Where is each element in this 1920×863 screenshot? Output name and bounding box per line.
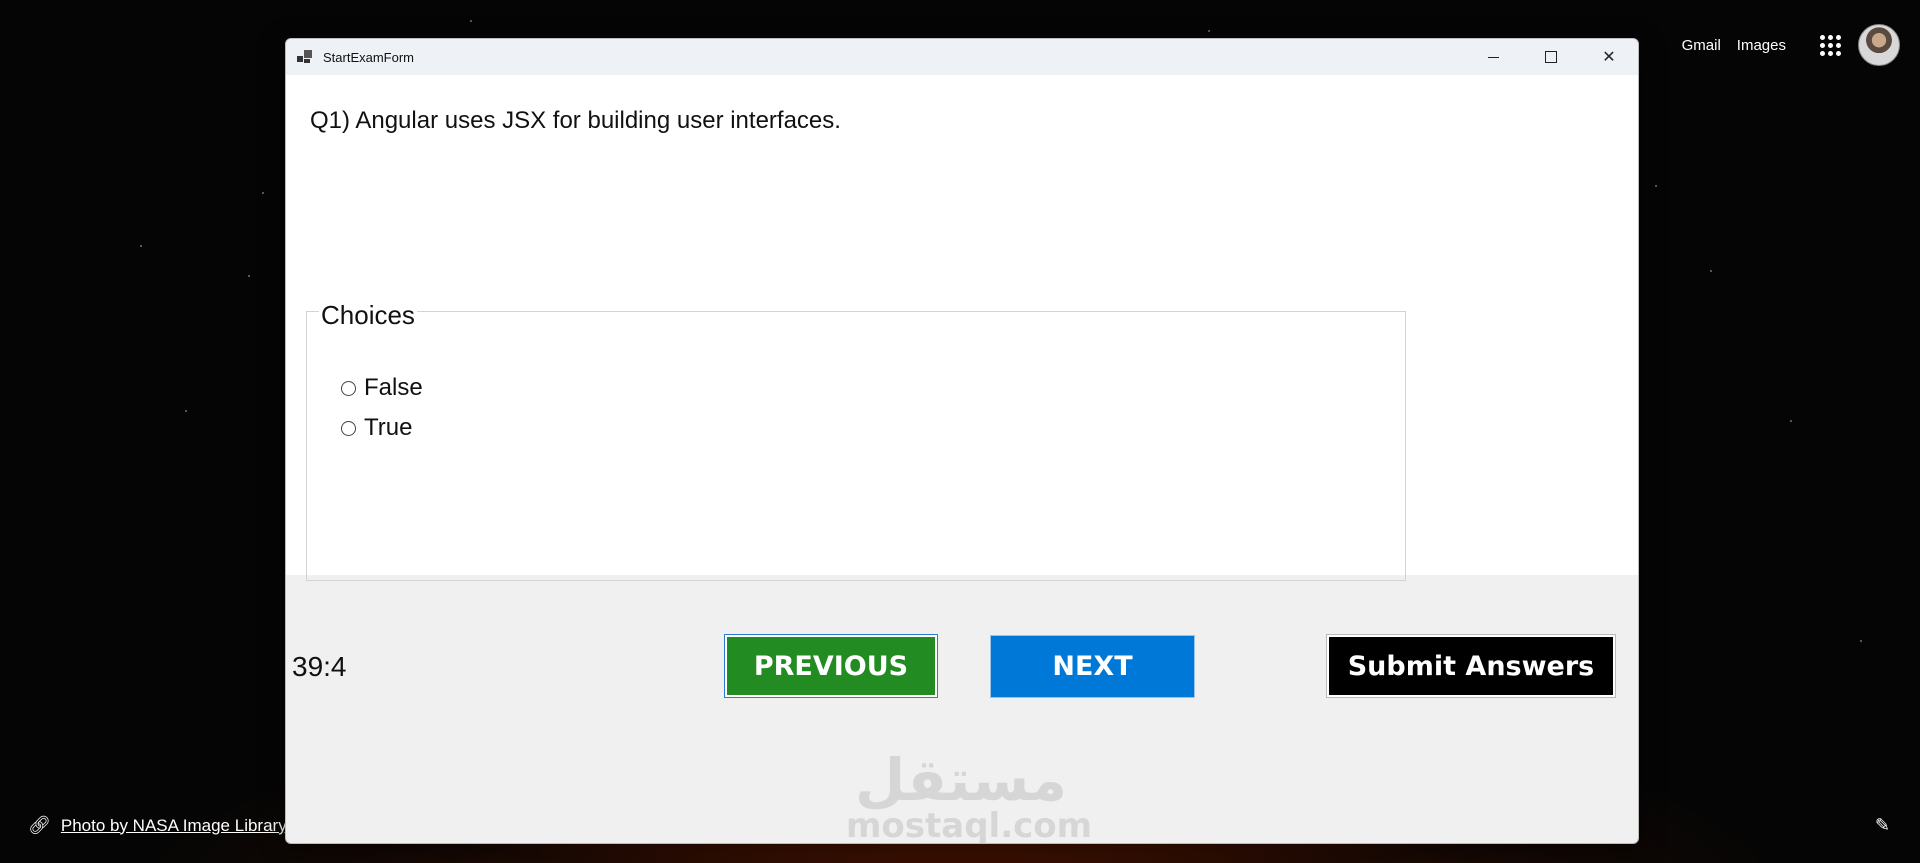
pencil-icon[interactable]: ✎ [1875, 815, 1890, 836]
star [140, 245, 142, 247]
watermark: مستقل mostaql.com [846, 746, 1093, 844]
maximize-button[interactable] [1522, 39, 1580, 75]
star [248, 275, 250, 277]
choice-label: True [364, 414, 413, 441]
choices-groupbox: Choices False True [306, 300, 1406, 581]
close-icon: ✕ [1602, 49, 1616, 66]
choice-false[interactable]: False [341, 374, 423, 402]
timer-label: 39:4 [292, 651, 347, 682]
apps-grid-icon[interactable] [1810, 25, 1850, 65]
choice-true[interactable]: True [341, 414, 412, 442]
link-icon: 🔗︎ [28, 815, 51, 835]
images-link[interactable]: Images [1737, 37, 1786, 54]
star [1710, 270, 1712, 272]
google-top-bar: Gmail Images [1682, 24, 1900, 66]
watermark-arabic: مستقل [854, 746, 1068, 814]
minimize-button[interactable] [1464, 39, 1522, 75]
watermark-latin: mostaql.com [846, 806, 1093, 844]
star [185, 410, 187, 412]
app-icon [297, 50, 313, 64]
choice-label: False [364, 374, 423, 401]
next-button[interactable]: NEXT [990, 635, 1195, 698]
star [1655, 185, 1657, 187]
exam-window: StartExamForm ✕ Q1) Angular uses JSX for… [285, 38, 1639, 844]
photo-credit-text[interactable]: Photo by NASA Image Library [61, 816, 287, 836]
choices-title: Choices [319, 300, 417, 331]
star [1208, 30, 1210, 32]
radio-button[interactable] [341, 380, 356, 396]
close-button[interactable]: ✕ [1580, 39, 1638, 75]
submit-answers-button[interactable]: Submit Answers [1326, 634, 1616, 698]
profile-avatar[interactable] [1858, 24, 1900, 66]
previous-button[interactable]: PREVIOUS [724, 634, 938, 698]
gmail-link[interactable]: Gmail [1682, 37, 1721, 54]
star [1790, 420, 1792, 422]
question-text: Q1) Angular uses JSX for building user i… [310, 107, 841, 134]
star [1860, 640, 1862, 642]
window-title: StartExamForm [323, 49, 415, 65]
radio-button[interactable] [341, 420, 356, 436]
maximize-icon [1545, 51, 1557, 63]
title-bar: StartExamForm ✕ [286, 39, 1638, 75]
star [262, 192, 264, 194]
question-panel: Q1) Angular uses JSX for building user i… [286, 75, 1638, 581]
window-controls: ✕ [1464, 39, 1638, 75]
photo-credit[interactable]: 🔗︎ Photo by NASA Image Library [28, 815, 287, 836]
star [470, 20, 472, 22]
minimize-icon [1487, 56, 1499, 58]
